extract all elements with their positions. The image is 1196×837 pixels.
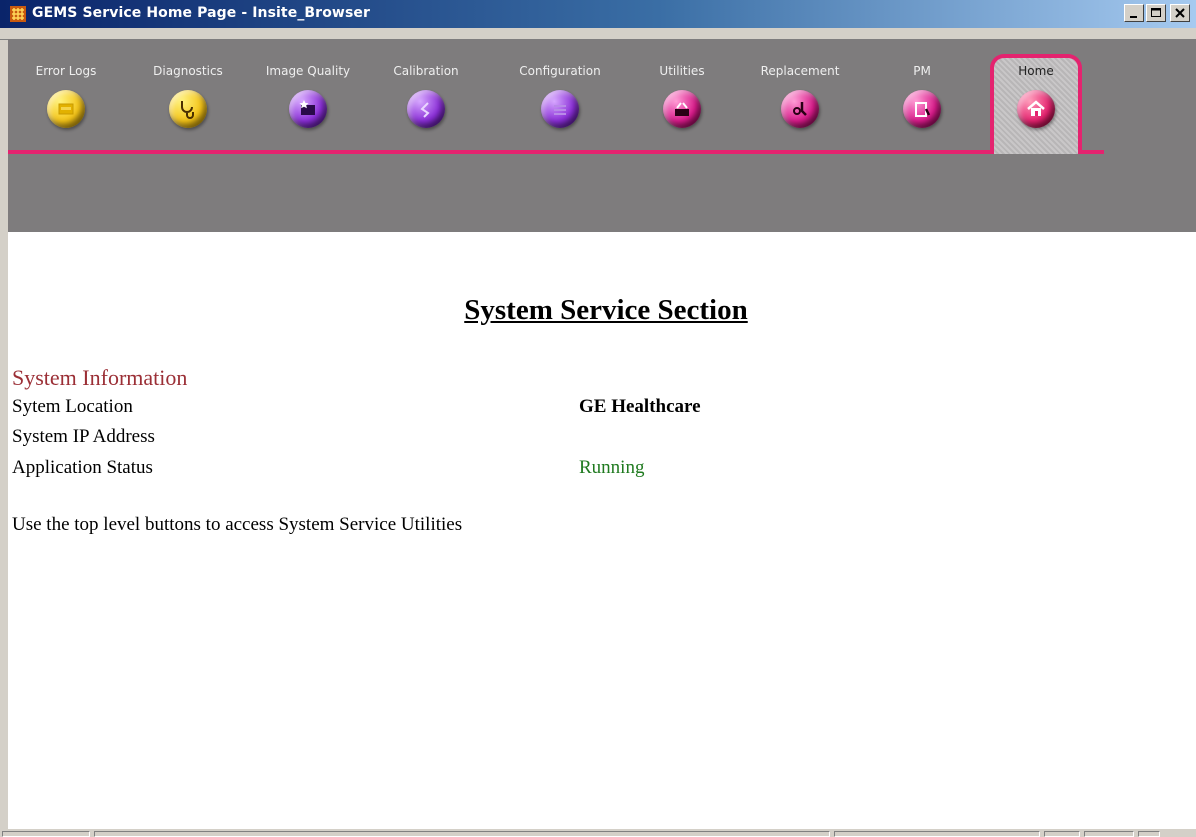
nav-home[interactable]: Home xyxy=(986,64,1086,144)
system-location-label: Sytem Location xyxy=(12,396,133,417)
instruction-text: Use the top level buttons to access Syst… xyxy=(12,514,463,535)
configuration-icon xyxy=(541,90,579,128)
nav-label: Home xyxy=(1018,64,1054,78)
calibration-icon xyxy=(407,90,445,128)
status-cell xyxy=(1044,831,1080,837)
status-cell xyxy=(94,831,830,837)
close-button[interactable] xyxy=(1170,4,1190,22)
gems-app-icon[interactable] xyxy=(10,6,26,22)
title-bar: GEMS Service Home Page - Insite_Browser xyxy=(0,0,1196,28)
nav-replacement[interactable]: Replacement xyxy=(750,64,850,144)
nav-label: Diagnostics xyxy=(153,64,223,78)
content-pane: System Service Section System Informatio… xyxy=(8,232,1196,829)
status-cell xyxy=(1084,831,1134,837)
maximize-icon xyxy=(1151,8,1161,17)
minimize-icon xyxy=(1130,16,1137,18)
home-icon xyxy=(1017,90,1055,128)
replacement-icon xyxy=(781,90,819,128)
nav-image-quality[interactable]: Image Quality xyxy=(258,64,358,144)
pm-icon xyxy=(903,90,941,128)
nav-label: Error Logs xyxy=(35,64,97,78)
nav-calibration[interactable]: Calibration xyxy=(376,64,476,144)
nav-label: Image Quality xyxy=(265,64,351,78)
nav-diagnostics[interactable]: Diagnostics xyxy=(138,64,238,144)
nav-underline xyxy=(8,150,994,154)
page-title-text: System Service Section xyxy=(464,294,748,326)
utilities-icon xyxy=(663,90,701,128)
minimize-button[interactable] xyxy=(1124,4,1144,22)
nav-pm[interactable]: PM xyxy=(872,64,972,144)
page-title: System Service Section xyxy=(8,294,1196,327)
system-location-value: GE Healthcare xyxy=(579,396,701,417)
nav-label: Replacement xyxy=(760,64,840,78)
image-quality-icon xyxy=(289,90,327,128)
nav-underline-end xyxy=(1082,150,1104,154)
window-title: GEMS Service Home Page - Insite_Browser xyxy=(32,5,370,21)
nav-configuration[interactable]: Configuration xyxy=(510,64,610,144)
status-cell xyxy=(2,831,90,837)
nav-label: Calibration xyxy=(393,64,459,78)
system-ip-label: System IP Address xyxy=(12,426,155,447)
close-icon xyxy=(1175,8,1185,18)
nav-error-logs[interactable]: Error Logs xyxy=(16,64,116,144)
error-log-icon xyxy=(47,90,85,128)
nav-label: Configuration xyxy=(519,64,601,78)
application-status-label: Application Status xyxy=(12,457,153,478)
status-bar xyxy=(0,829,1196,837)
status-cell xyxy=(1138,831,1160,837)
nav-label: Utilities xyxy=(659,64,705,78)
stethoscope-icon xyxy=(169,90,207,128)
section-title: System Information xyxy=(12,365,188,390)
nav-utilities[interactable]: Utilities xyxy=(632,64,732,144)
status-cell xyxy=(834,831,1040,837)
application-status-value: Running xyxy=(579,457,645,478)
maximize-button[interactable] xyxy=(1146,4,1166,22)
nav-label: PM xyxy=(913,64,931,78)
